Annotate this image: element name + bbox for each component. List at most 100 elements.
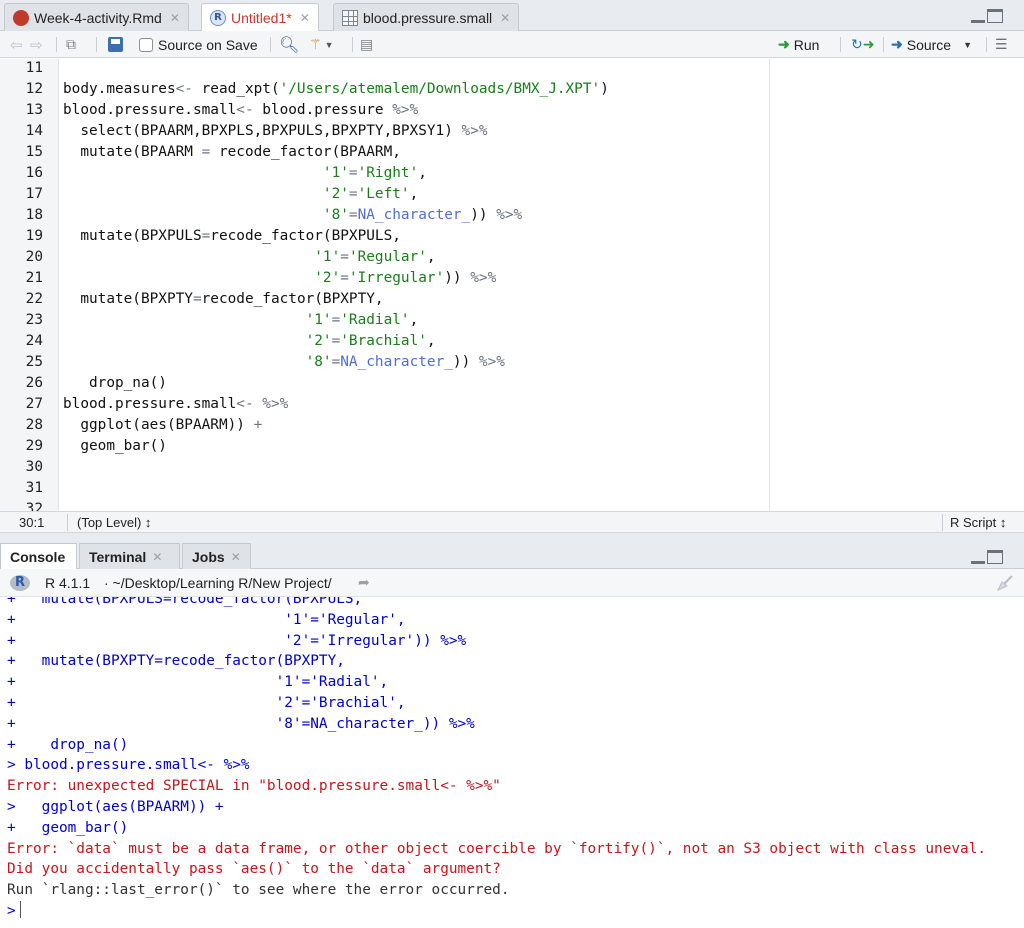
code-text[interactable]: drop_na() (63, 373, 167, 394)
console-line: > blood.pressure.small<- %>% (7, 757, 250, 774)
code-line[interactable]: 16 '1'='Right', (0, 163, 1024, 184)
forward-arrow-icon[interactable]: ⇨ (30, 35, 43, 54)
save-button[interactable] (108, 35, 123, 54)
code-line[interactable]: 19 mutate(BPXPULS=recode_factor(BPXPULS, (0, 226, 1024, 247)
code-text[interactable]: '1'='Radial', (63, 310, 419, 331)
code-line[interactable]: 12 body.measures<- read_xpt('/Users/atema… (0, 79, 1024, 100)
source-label: Source (906, 36, 952, 53)
close-icon[interactable]: ✕ (231, 550, 241, 564)
tab-terminal[interactable]: Terminal ✕ (79, 543, 180, 569)
code-text[interactable]: '1'='Regular', (63, 247, 435, 268)
code-text[interactable]: blood.pressure.small<- blood.pressure %>… (63, 100, 418, 121)
close-icon[interactable]: ✕ (300, 11, 310, 25)
line-number: 13 (25, 102, 43, 118)
code-line[interactable]: 32 (0, 499, 1024, 511)
rerun-icon[interactable]: ↻ ➜ (851, 35, 874, 54)
code-text[interactable]: '2'='Irregular')) %>% (63, 268, 496, 289)
maximize-pane-icon[interactable] (987, 550, 1003, 564)
search-icon[interactable]: 🔍︎ (279, 35, 299, 54)
console-line: + mutate(BPXPULS=recode_factor(BPXPULS, (7, 597, 363, 607)
filetype-selector[interactable]: R Script ↕ (950, 515, 1006, 530)
console-line: + '1'='Radial', (7, 674, 389, 691)
console-output[interactable]: + mutate(BPXPULS=recode_factor(BPXPULS, +… (0, 597, 1024, 928)
code-line[interactable]: 31 (0, 478, 1024, 499)
line-number: 24 (25, 333, 43, 349)
source-on-save-label: Source on Save (158, 36, 258, 53)
line-number: 22 (25, 291, 43, 307)
outline-icon[interactable]: ☰ (995, 35, 1008, 54)
console-line: + drop_na() (7, 736, 129, 753)
editor-toolbar: ⇦ ⇨ ⧉ Source on Save 🔍︎ ⚚ ▼ ▤ ➜ Run ↻ ➜ ➜ … (0, 31, 1024, 58)
code-line[interactable]: 30 (0, 457, 1024, 478)
code-text[interactable]: body.measures<- read_xpt('/Users/atemale… (63, 79, 609, 100)
code-text[interactable]: '2'='Brachial', (63, 331, 436, 352)
code-line[interactable]: 26 drop_na() (0, 373, 1024, 394)
run-arrow-icon: ➜ (778, 36, 790, 52)
code-line[interactable]: 15 mutate(BPAARM = recode_factor(BPAARM, (0, 142, 1024, 163)
maximize-pane-icon[interactable] (987, 9, 1003, 23)
code-text[interactable]: '8'=NA_character_)) %>% (63, 352, 505, 373)
tab-console[interactable]: Console (0, 543, 77, 569)
r-version: R 4.1.1 (45, 575, 91, 591)
code-tools-wand-icon[interactable]: ⚚ ▼ (309, 35, 333, 54)
close-icon[interactable]: ✕ (500, 11, 510, 25)
console-window-controls (971, 550, 1003, 564)
cursor-position: 30:1 (19, 515, 45, 530)
code-text[interactable]: mutate(BPAARM = recode_factor(BPAARM, (63, 142, 401, 163)
code-line[interactable]: 29 geom_bar() (0, 436, 1024, 457)
code-line[interactable]: 24 '2'='Brachial', (0, 331, 1024, 352)
tab-week-4-activity[interactable]: Week-4-activity.Rmd ✕ (4, 3, 189, 31)
minimize-pane-icon[interactable] (971, 9, 985, 23)
line-number: 21 (25, 270, 43, 286)
line-number: 11 (25, 60, 43, 76)
code-text[interactable]: '8'=NA_character_)) %>% (63, 205, 522, 226)
code-line[interactable]: 20 '1'='Regular', (0, 247, 1024, 268)
code-text[interactable]: '1'='Right', (63, 163, 427, 184)
code-line[interactable]: 14 select(BPAARM,BPXPLS,BPXPULS,BPXPTY,B… (0, 121, 1024, 142)
tab-jobs[interactable]: Jobs ✕ (182, 543, 251, 569)
tab-untitled1[interactable]: R Untitled1* ✕ (201, 3, 319, 32)
code-line[interactable]: 27 blood.pressure.small<- %>% (0, 394, 1024, 415)
data-grid-icon (342, 9, 358, 26)
line-number: 27 (25, 396, 43, 412)
checkbox-box[interactable] (139, 37, 153, 52)
code-line[interactable]: 21 '2'='Irregular')) %>% (0, 268, 1024, 289)
code-line[interactable]: 22 mutate(BPXPTY=recode_factor(BPXPTY, (0, 289, 1024, 310)
clear-console-icon[interactable] (996, 574, 1014, 592)
code-text[interactable]: '2'='Left', (63, 184, 418, 205)
code-text[interactable]: mutate(BPXPULS=recode_factor(BPXPULS, (63, 226, 401, 247)
minimize-pane-icon[interactable] (971, 550, 985, 564)
scope-selector[interactable]: (Top Level) ↕ (77, 515, 151, 530)
code-line[interactable]: 13 blood.pressure.small<- blood.pressure … (0, 100, 1024, 121)
code-line[interactable]: 28 ggplot(aes(BPAARM)) + (0, 415, 1024, 436)
code-editor[interactable]: 11 12 body.measures<- read_xpt('/Users/ate… (0, 59, 1024, 511)
close-icon[interactable]: ✕ (170, 11, 180, 25)
chevron-down-icon[interactable]: ▼ (963, 40, 972, 50)
tab-blood-pressure-small[interactable]: blood.pressure.small ✕ (333, 3, 520, 31)
line-number: 28 (25, 417, 43, 433)
code-line[interactable]: 11 (0, 59, 1024, 79)
code-text[interactable]: ggplot(aes(BPAARM)) + (63, 415, 262, 436)
tab-label: Terminal (89, 548, 147, 565)
code-line[interactable]: 25 '8'=NA_character_)) %>% (0, 352, 1024, 373)
code-text[interactable]: select(BPAARM,BPXPLS,BPXPULS,BPXPTY,BPXS… (63, 121, 487, 142)
code-text[interactable]: geom_bar() (63, 436, 167, 457)
source-on-save-checkbox[interactable]: Source on Save (139, 35, 258, 54)
close-icon[interactable]: ✕ (152, 550, 162, 564)
back-arrow-icon[interactable]: ⇦ (10, 35, 23, 54)
code-text[interactable]: blood.pressure.small<- %>% (63, 394, 288, 415)
run-button[interactable]: ➜ Run (778, 35, 819, 54)
tab-label: Untitled1* (231, 10, 292, 26)
pane-splitter[interactable] (0, 533, 1024, 543)
code-line[interactable]: 17 '2'='Left', (0, 184, 1024, 205)
code-text[interactable]: mutate(BPXPTY=recode_factor(BPXPTY, (63, 289, 383, 310)
line-number: 32 (25, 501, 43, 511)
go-to-directory-icon[interactable]: ➦ (358, 574, 370, 591)
compile-report-icon[interactable]: ▤ (360, 35, 373, 54)
source-button[interactable]: ➜ Source ▼ (891, 35, 972, 54)
console-header: R R 4.1.1 · ~/Desktop/Learning R/New Pro… (0, 569, 1024, 597)
code-line[interactable]: 18 '8'=NA_character_)) %>% (0, 205, 1024, 226)
console-line: + mutate(BPXPTY=recode_factor(BPXPTY, (7, 653, 345, 670)
code-line[interactable]: 23 '1'='Radial', (0, 310, 1024, 331)
show-in-window-icon[interactable]: ⧉ (66, 35, 76, 54)
